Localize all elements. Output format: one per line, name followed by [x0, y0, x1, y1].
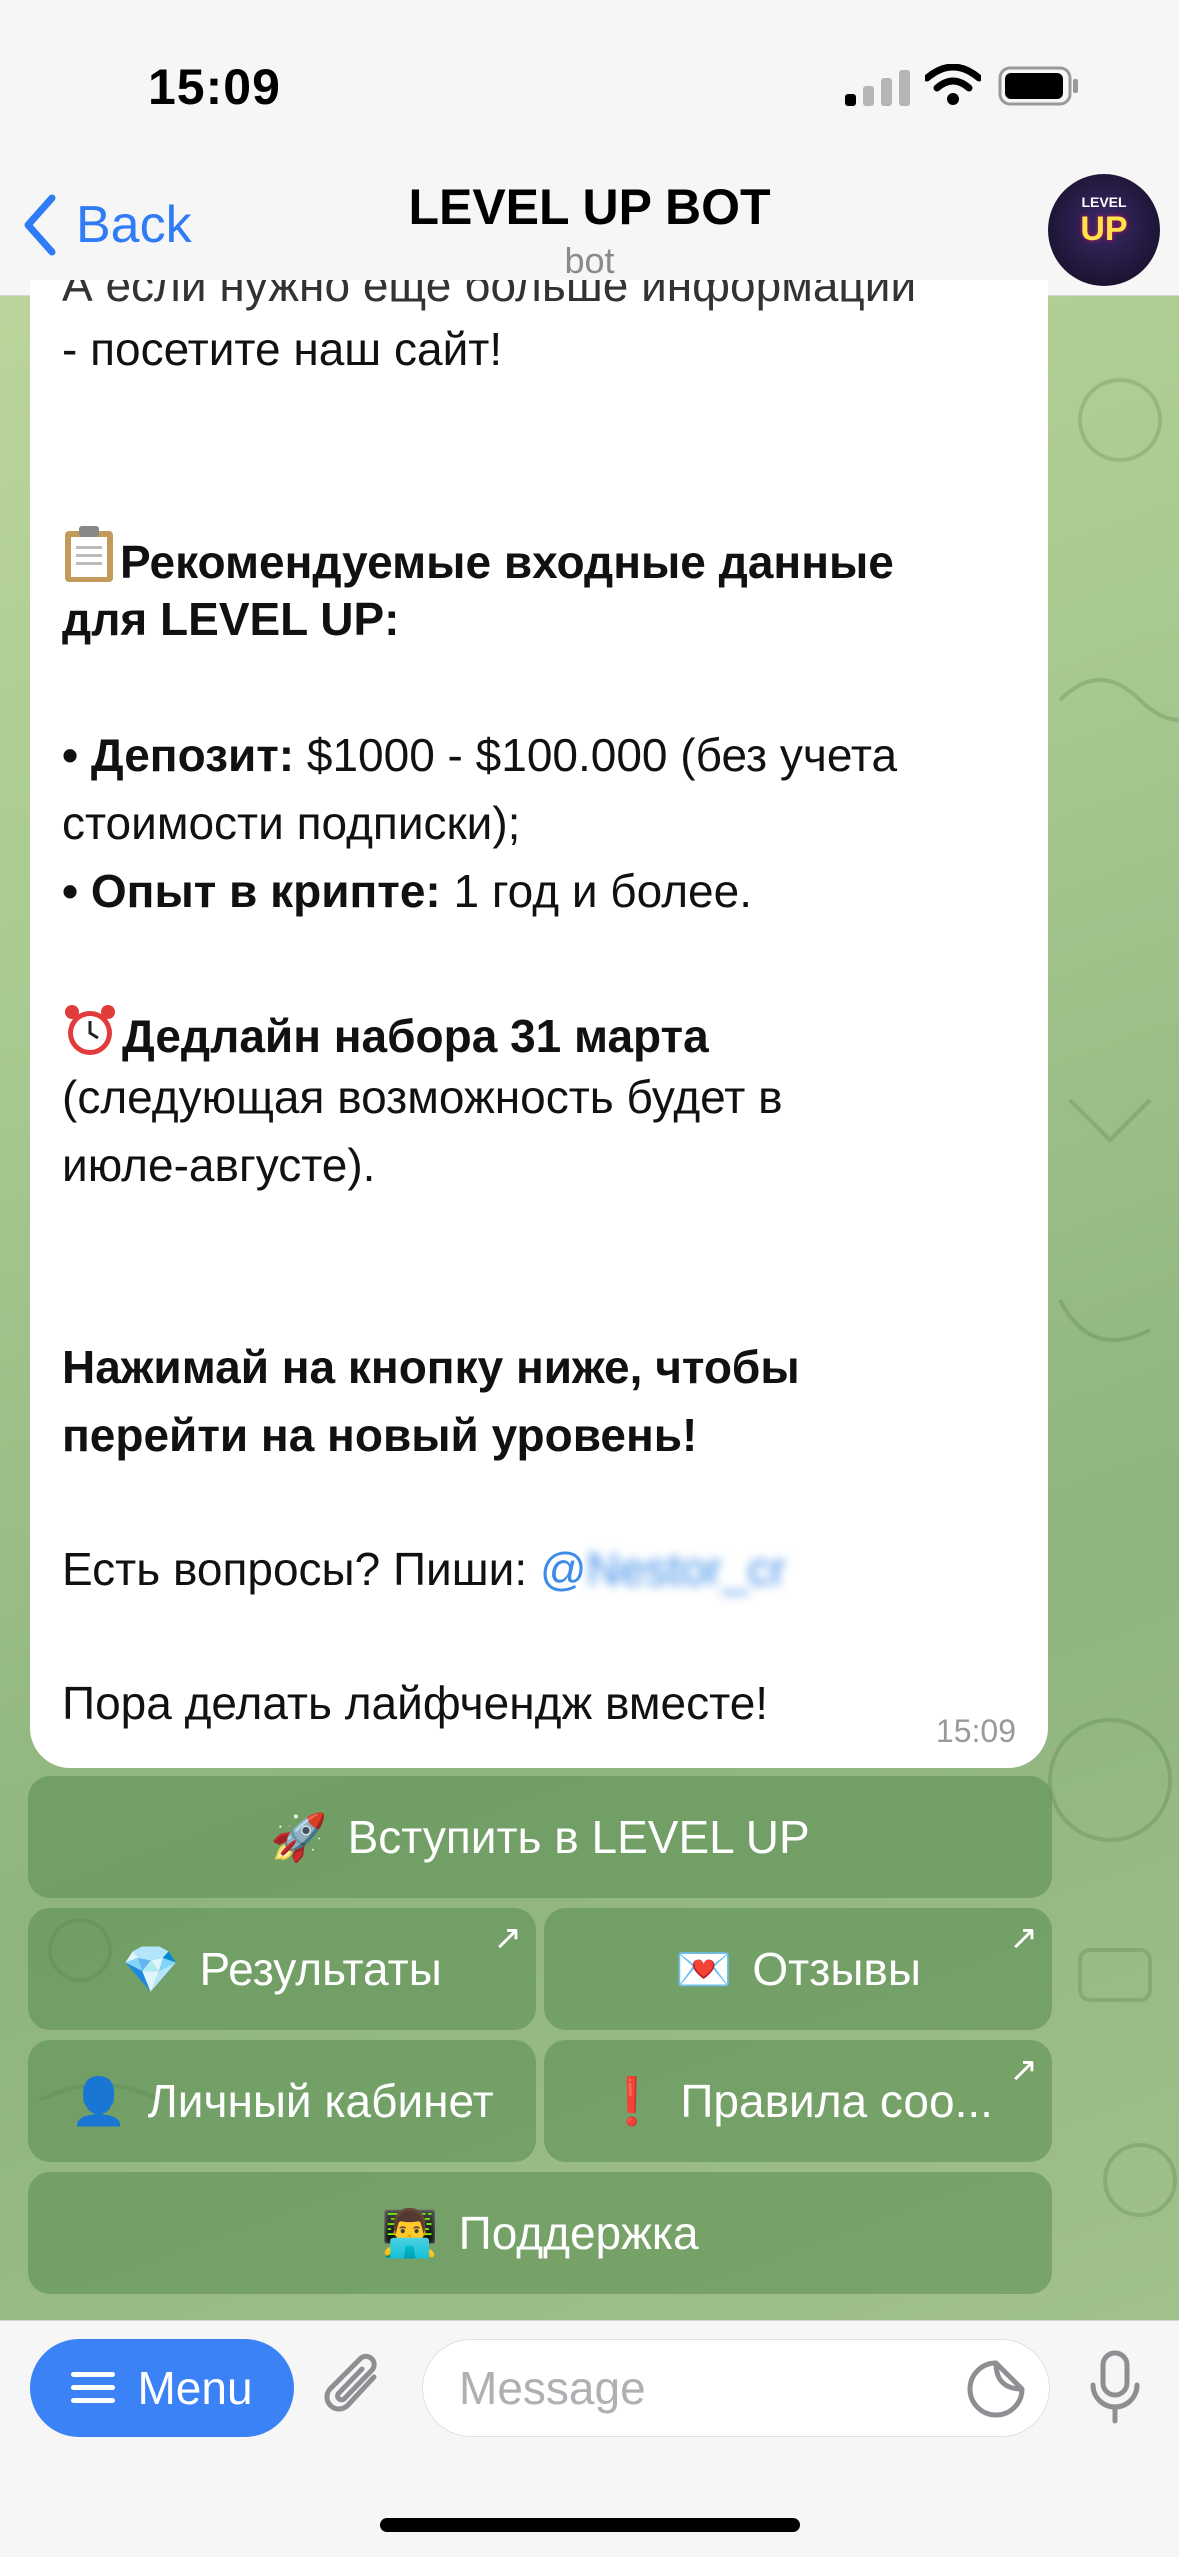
- deadline-line-1: (следующая возможность будет в: [62, 1071, 783, 1123]
- experience-line: • Опыт в крипте: 1 год и более.: [62, 864, 752, 918]
- reviews-button[interactable]: 💌 Отзывы ↗: [544, 1908, 1052, 2030]
- message-input[interactable]: Message: [422, 2339, 1050, 2437]
- external-link-icon: ↗: [1009, 2051, 1039, 2089]
- status-time: 15:09: [148, 59, 281, 115]
- cabinet-label: Личный кабинет: [147, 2075, 494, 2127]
- mention-link[interactable]: Nestor_cr: [587, 1543, 786, 1595]
- recommended-title: Рекомендуемые входные данные: [62, 524, 894, 589]
- cta-line-1: Нажимай на кнопку ниже, чтобы: [62, 1341, 800, 1393]
- deadline-title: Дедлайн набора 31 марта: [62, 1002, 709, 1063]
- message-time: 15:09: [935, 1713, 1016, 1749]
- message-line-site: - посетите наш сайт!: [62, 323, 503, 375]
- wifi-icon: [925, 64, 981, 105]
- rocket-icon: 🚀: [270, 1810, 328, 1863]
- microphone-icon[interactable]: [1085, 2349, 1145, 2429]
- external-link-icon: ↗: [1009, 1919, 1039, 1957]
- love-letter-icon: 💌: [675, 1942, 733, 1995]
- deposit-line: • Депозит: $1000 - $100.000 (без учета: [62, 728, 897, 782]
- closing-line: Пора делать лайфчендж вместе!: [62, 1677, 769, 1729]
- user-silhouette-icon: 👤: [70, 2074, 128, 2127]
- deadline-title-text: Дедлайн набора 31 марта: [122, 1010, 709, 1062]
- results-button[interactable]: 💎 Результаты ↗: [28, 1908, 536, 2030]
- mention-at[interactable]: @: [540, 1543, 587, 1595]
- experience-value: 1 год и более.: [440, 865, 753, 917]
- paperclip-icon[interactable]: [322, 2351, 392, 2427]
- chat-subtitle: bot: [564, 240, 615, 281]
- rules-button[interactable]: ❗ Правила соо... ↗: [544, 2040, 1052, 2162]
- technologist-icon: 👨‍💻: [381, 2206, 439, 2259]
- recommended-title-text: Рекомендуемые входные данные: [120, 536, 894, 588]
- questions-text: Есть вопросы? Пиши:: [62, 1543, 540, 1595]
- results-label: Результаты: [199, 1943, 442, 1995]
- avatar-up-text: UP: [1080, 210, 1128, 248]
- deposit-label: • Депозит:: [62, 729, 295, 781]
- message-bubble: А если нужно еще больше информации - пос…: [30, 280, 1048, 1768]
- message-line-partial: А если нужно еще больше информации: [62, 280, 917, 311]
- questions-line: Есть вопросы? Пиши: @Nestor_cr: [62, 1542, 786, 1596]
- recommended-title-2: для LEVEL UP:: [62, 593, 400, 645]
- menu-label: Menu: [137, 2362, 253, 2414]
- hamburger-icon: [71, 2372, 116, 2403]
- deadline-line-2: июле-августе).: [62, 1139, 376, 1191]
- join-label: Вступить в LEVEL UP: [347, 1811, 810, 1863]
- experience-label: • Опыт в крипте:: [62, 865, 441, 917]
- sticker-icon[interactable]: [966, 2359, 1026, 2419]
- chat-title[interactable]: LEVEL UP BOT: [0, 178, 1179, 236]
- avatar-level-text: LEVEL: [1081, 194, 1127, 210]
- join-level-up-button[interactable]: 🚀 Вступить в LEVEL UP: [28, 1776, 1052, 1898]
- reviews-label: Отзывы: [752, 1943, 921, 1995]
- bot-avatar[interactable]: LEVEL UP: [1048, 174, 1160, 286]
- message-placeholder: Message: [459, 2362, 646, 2414]
- external-link-icon: ↗: [493, 1919, 523, 1957]
- support-label: Поддержка: [458, 2207, 699, 2259]
- exclamation-icon: ❗: [603, 2074, 661, 2127]
- personal-cabinet-button[interactable]: 👤 Личный кабинет: [28, 2040, 536, 2162]
- clipboard-icon: [65, 526, 113, 582]
- status-bar: 15:09: [0, 0, 1179, 160]
- alarm-clock-icon: [65, 1005, 115, 1055]
- cellular-signal-icon: [845, 70, 910, 106]
- home-indicator[interactable]: [380, 2518, 800, 2532]
- rules-label: Правила соо...: [680, 2075, 993, 2127]
- battery-icon: [998, 66, 1078, 106]
- support-button[interactable]: 👨‍💻 Поддержка: [28, 2172, 1052, 2294]
- deposit-line-2: стоимости подписки);: [62, 797, 521, 849]
- gem-icon: 💎: [122, 1942, 180, 1995]
- deposit-value: $1000 - $100.000 (без учета: [294, 729, 898, 781]
- menu-button[interactable]: Menu: [30, 2339, 294, 2437]
- chat-header: Back LEVEL UP BOT bot LEVEL UP: [0, 160, 1179, 296]
- cta-line-2: перейти на новый уровень!: [62, 1409, 698, 1461]
